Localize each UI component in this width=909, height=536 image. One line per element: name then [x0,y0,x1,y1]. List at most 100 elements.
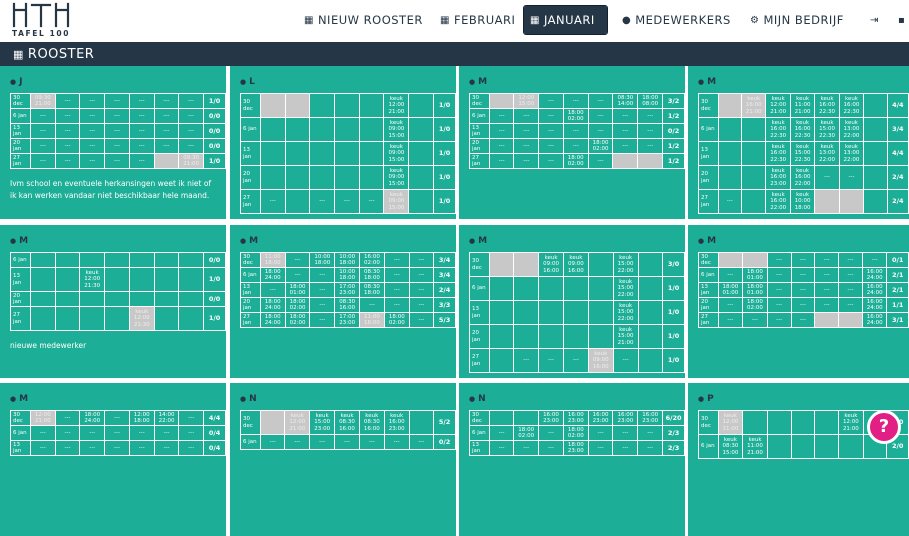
shift-cell[interactable]: --- [814,282,840,298]
shift-cell[interactable] [741,165,767,190]
shift-cell[interactable]: keuk 12:00 21:30 [128,306,155,331]
shift-cell[interactable] [766,434,792,459]
shift-cell[interactable] [488,252,515,277]
shift-cell[interactable]: 08:30 18:00 [359,267,385,283]
shift-cell[interactable] [488,410,515,426]
shift-cell[interactable] [309,117,336,142]
shift-cell[interactable] [717,252,744,268]
shift-cell[interactable] [538,324,564,349]
shift-cell[interactable]: 16:00 23:00 [612,410,639,426]
shift-cell[interactable] [637,252,664,277]
shift-cell[interactable]: --- [790,297,816,313]
shift-cell[interactable] [717,165,743,190]
shift-cell[interactable] [259,117,286,142]
shift-cell[interactable]: --- [408,312,435,328]
shift-cell[interactable]: 09:30 21:00 [178,153,205,169]
shift-cell[interactable] [358,93,385,118]
shift-cell[interactable]: keuk 08:30 16:00 [334,410,360,435]
shift-cell[interactable]: --- [54,440,81,456]
shift-cell[interactable] [742,252,768,268]
shift-cell[interactable]: keuk 12:00 21:30 [79,267,106,292]
shift-cell[interactable]: --- [79,123,106,139]
shift-cell[interactable]: --- [408,282,435,298]
shift-cell[interactable]: keuk 09:00 16:00 [587,348,614,373]
shift-cell[interactable]: keuk 13:00 22:00 [838,141,865,166]
shift-cell[interactable] [637,324,664,349]
shift-cell[interactable]: keuk 11:00 21:00 [742,434,768,459]
shift-cell[interactable] [562,324,589,349]
nav-medewerkers[interactable]: ● MEDEWERKERS [616,6,737,34]
shift-cell[interactable]: --- [612,138,639,154]
employee-name[interactable]: ● M [698,236,716,246]
shift-cell[interactable]: --- [587,123,614,139]
shift-cell[interactable]: 16:00 23:00 [637,410,664,426]
shift-cell[interactable]: --- [128,108,155,124]
shift-cell[interactable]: 14:00 22:00 [153,410,180,426]
employee-name[interactable]: ● N [469,394,486,404]
shift-cell[interactable]: 12:00 21:00 [29,410,56,426]
shift-cell[interactable]: 18:00 01:00 [742,267,768,283]
shift-cell[interactable] [488,93,515,109]
shift-cell[interactable] [54,267,81,292]
shift-cell[interactable]: --- [54,108,81,124]
shift-cell[interactable]: --- [178,425,205,441]
shift-cell[interactable] [488,276,515,301]
shift-cell[interactable]: --- [29,440,56,456]
shift-cell[interactable] [358,165,385,190]
shift-cell[interactable] [637,348,664,373]
shift-cell[interactable]: --- [309,189,336,214]
shift-cell[interactable]: --- [259,282,286,298]
shift-cell[interactable]: --- [383,267,410,283]
shift-cell[interactable] [408,93,435,118]
shift-cell[interactable] [54,306,81,331]
shift-cell[interactable]: keuk 16:00 23:00 [383,410,410,435]
shift-cell[interactable]: --- [178,123,205,139]
shift-cell[interactable]: --- [383,282,410,298]
shift-cell[interactable]: --- [408,267,435,283]
help-button[interactable]: ? [867,410,901,444]
shift-cell[interactable] [284,117,311,142]
nav-nieuw-rooster[interactable]: ▦ NIEUW ROOSTER [298,6,429,34]
shift-cell[interactable] [513,410,540,426]
shift-cell[interactable]: --- [513,123,540,139]
shift-cell[interactable]: --- [54,138,81,154]
shift-cell[interactable]: --- [104,123,130,139]
shift-cell[interactable] [562,300,589,325]
shift-cell[interactable]: keuk 16:00 22:30 [814,93,840,118]
shift-cell[interactable]: --- [408,252,435,268]
shift-cell[interactable] [153,252,180,268]
shift-cell[interactable]: --- [408,434,435,450]
shift-cell[interactable]: --- [838,267,863,283]
shift-cell[interactable]: keuk 15:00 22:30 [814,117,840,142]
shift-cell[interactable]: --- [54,153,81,169]
shift-cell[interactable]: keuk 15:00 22:00 [612,252,639,277]
shift-cell[interactable]: 08:30 18:00 [359,282,385,298]
shift-cell[interactable] [153,267,180,292]
shift-cell[interactable]: 08:30 14:00 [612,93,639,109]
shift-cell[interactable]: --- [838,297,863,313]
shift-cell[interactable]: 10:00 18:00 [309,252,336,268]
shift-cell[interactable]: --- [612,440,639,456]
shift-cell[interactable]: --- [104,108,130,124]
shift-cell[interactable]: --- [153,123,180,139]
shift-cell[interactable]: keuk 09:00 16:00 [538,252,564,277]
shift-cell[interactable]: --- [178,440,205,456]
shift-cell[interactable]: --- [104,410,130,426]
shift-cell[interactable] [587,300,614,325]
shift-cell[interactable] [741,189,767,214]
shift-cell[interactable]: --- [612,108,639,124]
shift-cell[interactable]: --- [717,189,743,214]
shift-cell[interactable] [79,291,106,307]
shift-cell[interactable] [29,306,56,331]
shift-cell[interactable]: keuk 16:00 22:30 [789,117,816,142]
shift-cell[interactable]: --- [383,252,410,268]
shift-cell[interactable]: --- [79,93,106,109]
shift-cell[interactable]: --- [29,123,56,139]
shift-cell[interactable]: --- [54,410,81,426]
shift-cell[interactable] [408,117,435,142]
shift-cell[interactable]: 18:00 02:00 [562,153,589,169]
shift-cell[interactable]: keuk 15:00 23:00 [309,410,336,435]
shift-cell[interactable]: keuk 12:00 21:00 [284,410,311,435]
shift-cell[interactable] [259,410,286,435]
employee-name[interactable]: ● M [469,236,487,246]
